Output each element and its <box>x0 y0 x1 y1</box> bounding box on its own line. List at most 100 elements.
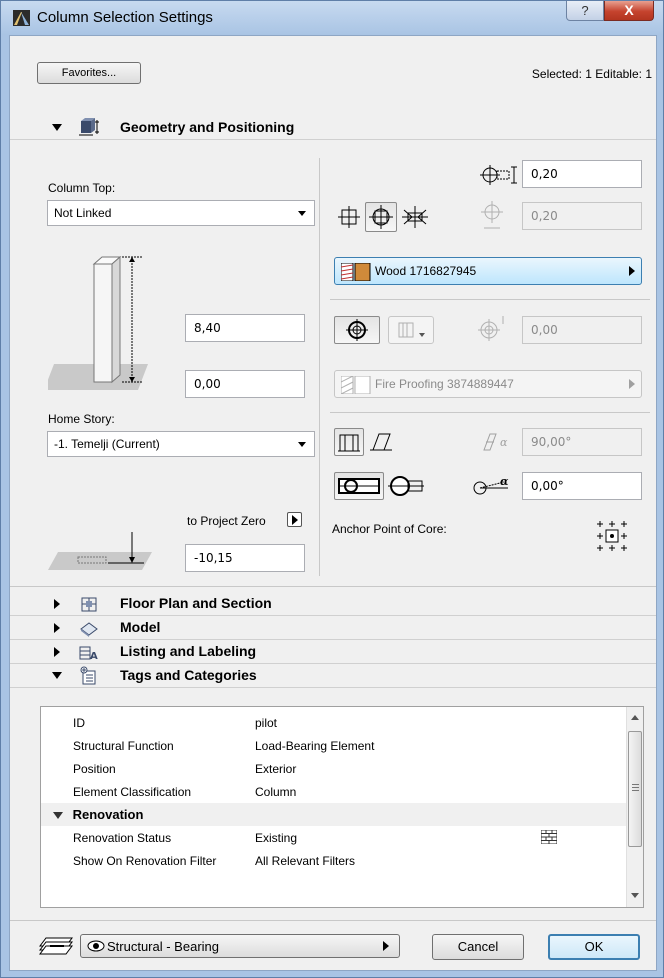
dialog-window: Column Selection Settings ? X Favorites.… <box>0 0 664 978</box>
core-material-name: Wood 1716827945 <box>375 264 477 278</box>
table-row[interactable]: Element Classification Column <box>41 780 626 803</box>
home-story-label: Home Story: <box>48 412 115 426</box>
scroll-up-icon[interactable] <box>631 715 639 720</box>
model-icon <box>80 622 98 637</box>
property-value: Existing <box>255 830 298 845</box>
property-key: Element Classification <box>73 784 192 799</box>
property-value: Load-Bearing Element <box>255 738 375 753</box>
veneered-column-button[interactable] <box>365 202 397 232</box>
brick-wall-icon[interactable] <box>541 830 557 844</box>
column-top-select[interactable]: Not Linked <box>47 200 315 226</box>
geometry-panel-bottom <box>10 586 656 587</box>
column-width-field[interactable]: 0,20 <box>522 160 642 188</box>
selection-status: Selected: 1 Editable: 1 <box>531 67 652 81</box>
veneer-material-button[interactable]: Fire Proofing 3874889447 <box>334 370 642 398</box>
dialog-client-area: Favorites... Selected: 1 Editable: 1 Geo… <box>9 35 657 971</box>
veneer-type-button[interactable] <box>388 316 434 344</box>
round-profile-icon <box>338 478 380 494</box>
slant-angle-field[interactable]: 90,00° <box>522 428 642 456</box>
table-row[interactable]: ID pilot <box>41 711 626 734</box>
veneer-material-name: Fire Proofing 3874889447 <box>375 377 514 391</box>
window-title: Column Selection Settings <box>37 9 213 26</box>
rectangular-profile-icon[interactable] <box>386 472 426 500</box>
property-value: pilot <box>255 715 278 730</box>
rotation-angle-field[interactable]: 0,00° <box>522 472 642 500</box>
circular-column-button[interactable] <box>334 472 384 500</box>
properties-list[interactable]: ID pilot Structural Function Load-Bearin… <box>40 706 644 908</box>
slanted-column-icon[interactable] <box>366 428 396 456</box>
panel-floor-plan-title: Floor Plan and Section <box>120 595 272 611</box>
property-key: Structural Function <box>73 738 174 753</box>
column-depth-icon <box>481 201 503 229</box>
vertical-column-button[interactable] <box>334 428 364 456</box>
veneered-column-icon <box>369 205 393 229</box>
veneer-thickness-field[interactable]: 0,00 <box>522 316 642 344</box>
footer-divider <box>10 920 656 921</box>
panel-geometry-header[interactable]: Geometry and Positioning <box>10 116 656 140</box>
ok-button[interactable]: OK <box>548 934 640 960</box>
chevron-right-icon <box>292 515 298 525</box>
table-row[interactable]: Show On Renovation Filter All Relevant F… <box>41 849 626 872</box>
archicad-app-icon <box>13 10 30 26</box>
table-row[interactable]: Structural Function Load-Bearing Element <box>41 734 626 757</box>
project-zero-offset-field[interactable]: -10,15 <box>185 544 305 572</box>
panel-tags-title: Tags and Categories <box>120 667 257 683</box>
column-height-diagram-icon <box>48 255 148 390</box>
veneer-icon <box>398 322 425 338</box>
property-key: Renovation Status <box>73 830 172 845</box>
bottom-offset-field[interactable]: 0,00 <box>185 370 305 398</box>
veneer-core-type-button[interactable] <box>334 316 380 344</box>
svg-text:α: α <box>500 436 508 449</box>
scrollbar-thumb[interactable] <box>628 731 642 847</box>
plain-column-icon[interactable] <box>335 204 363 230</box>
tags-icon <box>80 666 96 685</box>
chevron-right-icon <box>629 379 635 389</box>
layer-icon <box>39 937 73 955</box>
panel-listing-header[interactable]: A Listing and Labeling <box>10 640 656 664</box>
properties-scrollbar[interactable] <box>626 707 643 907</box>
svg-text:α: α <box>500 475 509 488</box>
core-material-button[interactable]: Wood 1716827945 <box>334 257 642 285</box>
favorites-button[interactable]: Favorites... <box>37 62 141 84</box>
veneer-slant-divider <box>330 412 650 413</box>
veneer-material-icon <box>341 376 371 394</box>
title-bar[interactable]: Column Selection Settings ? X <box>1 1 663 35</box>
complex-column-icon[interactable] <box>400 204 430 230</box>
veneer-thickness-icon <box>478 316 504 341</box>
anchor-point-label: Anchor Point of Core: <box>332 522 447 536</box>
close-button[interactable]: X <box>604 1 654 21</box>
property-value: Column <box>255 784 297 799</box>
expand-right-icon <box>54 623 60 633</box>
geometry-divider <box>319 158 320 576</box>
chevron-down-icon <box>298 442 306 447</box>
anchor-point-grid-icon[interactable] <box>594 518 630 554</box>
property-key: Show On Renovation Filter <box>73 853 217 868</box>
table-row[interactable]: Position Exterior <box>41 757 626 780</box>
home-story-select[interactable]: -1. Temelji (Current) <box>47 431 315 457</box>
listing-icon: A <box>79 646 98 662</box>
column-depth-field[interactable]: 0,20 <box>522 202 642 230</box>
panel-model-header[interactable]: Model <box>10 616 656 640</box>
renovation-group-row[interactable]: Renovation <box>41 803 626 826</box>
floor-plan-icon <box>81 597 97 612</box>
project-zero-toggle-button[interactable] <box>287 512 302 527</box>
column-top-label: Column Top: <box>48 181 116 195</box>
scroll-down-icon[interactable] <box>631 893 639 898</box>
table-row[interactable]: Renovation Status Existing <box>41 826 626 849</box>
eye-icon <box>87 940 105 952</box>
property-key: Position <box>73 761 116 776</box>
panel-geometry-title: Geometry and Positioning <box>120 119 295 135</box>
layer-select-button[interactable]: Structural - Bearing <box>80 934 400 958</box>
property-value: Exterior <box>255 761 297 776</box>
svg-text:A: A <box>90 651 98 662</box>
property-key: ID <box>73 715 85 730</box>
building-material-icon <box>341 263 371 281</box>
property-value: All Relevant Filters <box>255 853 356 868</box>
column-height-field[interactable]: 8,40 <box>185 314 305 342</box>
help-button[interactable]: ? <box>566 1 604 21</box>
panel-floor-plan-header[interactable]: Floor Plan and Section <box>10 592 656 616</box>
panel-tags-header[interactable]: Tags and Categories <box>10 664 656 688</box>
cancel-button[interactable]: Cancel <box>432 934 524 960</box>
slant-angle-icon: α <box>483 433 508 451</box>
panel-listing-title: Listing and Labeling <box>120 643 257 659</box>
